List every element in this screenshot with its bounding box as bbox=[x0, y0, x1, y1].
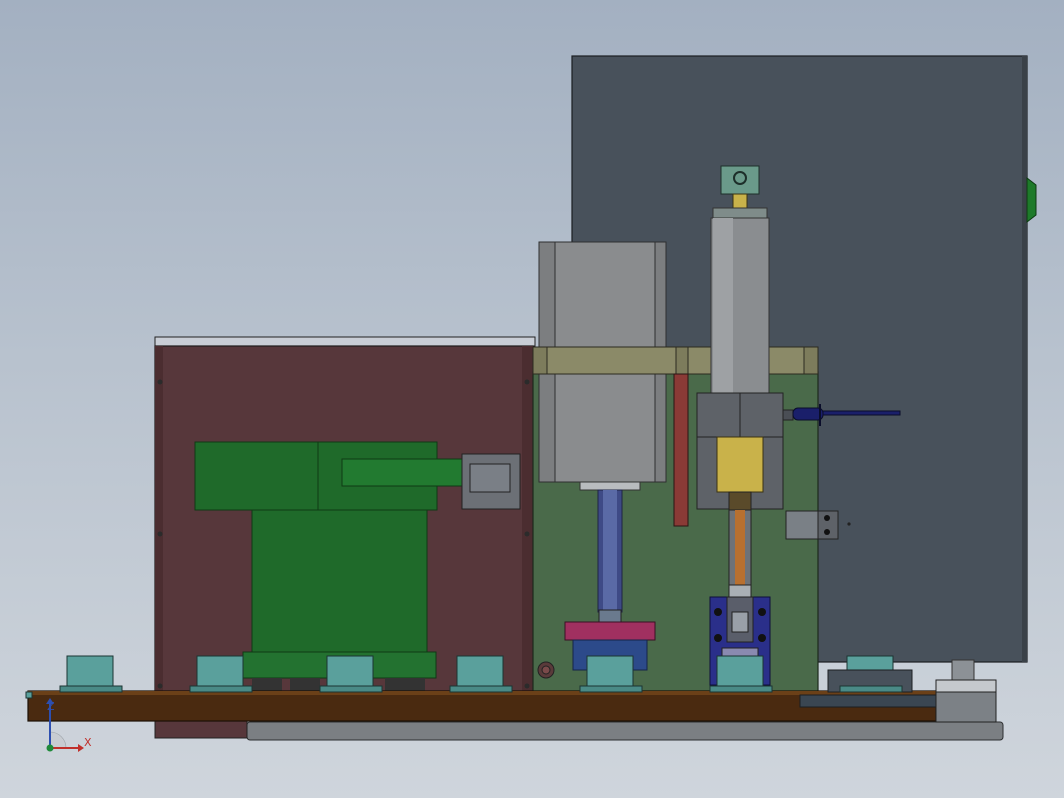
base-rail bbox=[246, 721, 1004, 741]
triad-x-label: X bbox=[84, 736, 92, 749]
base-left-tab bbox=[25, 691, 33, 699]
tan-beam bbox=[532, 346, 819, 375]
enclosure-right-edge bbox=[522, 346, 533, 696]
red-bar bbox=[673, 373, 689, 527]
base-plate-right-step bbox=[799, 694, 937, 708]
cad-viewport[interactable]: X Z bbox=[0, 0, 1064, 798]
cabinet-handle[interactable] bbox=[1026, 176, 1037, 224]
enclosure-left-edge bbox=[155, 346, 163, 696]
round-fitting bbox=[537, 661, 555, 679]
cabinet-edge bbox=[1022, 56, 1027, 662]
junction-box[interactable] bbox=[461, 453, 521, 510]
assembly-drawing[interactable]: X Z bbox=[0, 0, 1064, 798]
right-block-top bbox=[935, 679, 997, 693]
top-cover bbox=[154, 336, 536, 347]
triad-y-label: Z bbox=[47, 700, 55, 713]
